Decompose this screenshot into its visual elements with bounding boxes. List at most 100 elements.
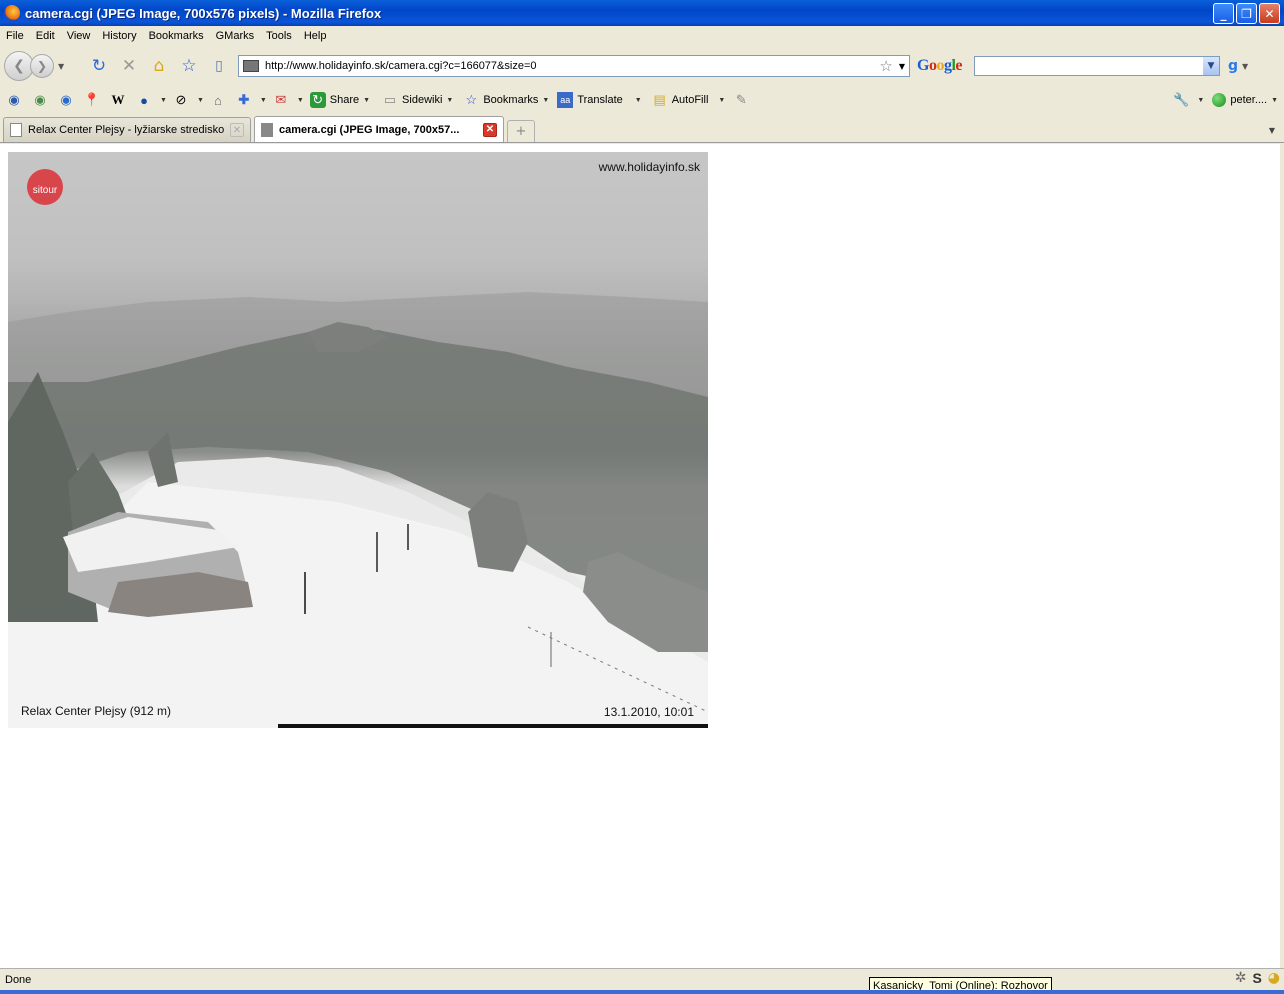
maps-button[interactable]: 📍 [84, 92, 104, 108]
webcam-timestamp: 13.1.2010, 10:01 [603, 705, 694, 719]
plus-icon: + [515, 124, 527, 139]
account-button[interactable]: peter.... ▼ [1212, 93, 1278, 107]
new-tab-button[interactable]: + [507, 120, 535, 142]
map-pin-icon: 📍 [83, 92, 101, 107]
tab-camera[interactable]: camera.cgi (JPEG Image, 700x57... ✕ [254, 116, 504, 142]
close-tab-icon[interactable]: ✕ [483, 122, 497, 137]
world-button[interactable]: ● ▼ [136, 92, 167, 108]
page-button[interactable]: ▯ [208, 55, 230, 77]
menu-bookmarks[interactable]: Bookmarks [143, 30, 210, 42]
sidewiki-button[interactable]: ▭ Sidewiki ▼ [382, 92, 453, 108]
menu-edit[interactable]: Edit [30, 30, 61, 42]
menu-history[interactable]: History [96, 30, 142, 42]
site-favicon-icon [243, 60, 259, 72]
webcam-site-watermark: www.holidayinfo.sk [598, 160, 700, 174]
webcam-image[interactable]: sitour www.holidayinfo.sk Relax Center P… [8, 152, 708, 728]
toolbar-right-group: 🔧 ▼ peter.... ▼ [1167, 88, 1278, 112]
bookmark-star-button[interactable]: ☆ [178, 55, 200, 77]
arrow-left-icon: ❮ [13, 58, 25, 74]
menu-tools[interactable]: Tools [260, 30, 298, 42]
stop-button[interactable]: ✕ [118, 55, 140, 77]
page-icon: ▯ [215, 58, 223, 74]
skype-icon[interactable]: S [1252, 970, 1261, 986]
image-icon [261, 122, 273, 137]
globe-icon: ◉ [8, 92, 20, 107]
bank-icon: ⌂ [213, 92, 222, 108]
settings-button[interactable]: 🔧 ▼ [1173, 92, 1204, 108]
autofill-button[interactable]: ▤ AutoFill ▼ [652, 92, 726, 108]
share-icon: ↻ [309, 92, 326, 108]
translate-icon: aa [557, 92, 574, 108]
menu-view[interactable]: View [61, 30, 97, 42]
pencil-icon: ✎ [735, 92, 747, 107]
autofill-icon: ▤ [653, 92, 666, 107]
tab-relax-center[interactable]: Relax Center Plejsy - lyžiarske stredisk… [3, 117, 251, 142]
earth-icon: ◉ [60, 92, 72, 107]
url-input[interactable] [265, 60, 880, 72]
translate-button[interactable]: aa Translate ▼ [557, 92, 642, 108]
highlight-button[interactable]: ✎ [733, 92, 753, 108]
menu-bar: File Edit View History Bookmarks GMarks … [0, 26, 1284, 46]
address-bar[interactable]: ☆ ▼ [238, 55, 910, 77]
wikipedia-button[interactable]: W [110, 92, 130, 108]
google-search-engine-icon[interactable]: Google [917, 57, 962, 75]
globe-button-2[interactable]: ◉ [32, 92, 52, 108]
webcam-bottom-bar [278, 724, 708, 728]
content-right-edge [1280, 144, 1284, 968]
google-toolbar-icon[interactable]: g [1228, 58, 1238, 74]
mail-icon: ✉ [275, 92, 287, 107]
wikipedia-icon: W [111, 92, 125, 107]
tab-label: Relax Center Plejsy - lyžiarske stredisk… [28, 124, 224, 136]
plus-icon: ✚ [238, 92, 250, 107]
compass-icon: ⊘ [175, 92, 187, 107]
window-controls: _ ❐ ✕ [1213, 3, 1280, 24]
extensions-toolbar: ◉ ◉ ◉ 📍 W ● ▼ ⊘ ▼ ⌂ ✚ ▼ ✉ ▼ ↻ Share ▼ ▭ Sidewik… [0, 88, 1284, 112]
search-box[interactable]: ▼ [974, 56, 1221, 76]
reload-button[interactable]: ↻ [88, 55, 110, 77]
reload-icon: ↻ [91, 56, 107, 76]
wrench-icon: 🔧 [1173, 92, 1190, 107]
tab-label: camera.cgi (JPEG Image, 700x57... [279, 123, 460, 136]
page-content: sitour www.holidayinfo.sk Relax Center P… [0, 144, 1280, 968]
home-button[interactable]: ⌂ [148, 55, 170, 77]
search-dropdown-icon[interactable]: ▼ [1203, 57, 1220, 75]
compass-button[interactable]: ⊘ ▼ [173, 92, 203, 108]
page-icon [10, 123, 22, 137]
menu-gmarks[interactable]: GMarks [210, 30, 261, 42]
status-bar: Done [0, 968, 1284, 990]
bookmarks-button[interactable]: ☆ Bookmarks ▼ [463, 92, 550, 108]
share-button[interactable]: ↻ Share ▼ [309, 92, 370, 108]
tab-list-dropdown-icon[interactable]: ▼ [1264, 121, 1280, 139]
world-icon: ● [140, 92, 148, 108]
add-button[interactable]: ✚ ▼ [236, 92, 266, 108]
restore-button[interactable]: ❐ [1236, 3, 1257, 24]
webcam-caption: Relax Center Plejsy (912 m) [21, 704, 172, 718]
online-status-icon [1212, 93, 1227, 107]
forward-button[interactable]: ❯ [30, 54, 54, 78]
sidewiki-icon: ▭ [383, 92, 397, 107]
google-toolbar-dropdown-icon[interactable]: ▼ [1242, 62, 1248, 71]
webcam-scene [8, 152, 708, 728]
home-icon: ⌂ [153, 56, 165, 76]
map-globe-icon: ◉ [34, 92, 46, 107]
tab-bar: Relax Center Plejsy - lyžiarske stredisk… [0, 116, 1284, 143]
close-window-button[interactable]: ✕ [1259, 3, 1280, 24]
chat-icon[interactable]: ◕ [1268, 970, 1280, 986]
window-bottom-edge [0, 990, 1284, 994]
mail-button[interactable]: ✉ ▼ [273, 92, 303, 108]
sitour-logo: sitour [27, 169, 63, 205]
bug-icon[interactable]: ✲ [1235, 970, 1247, 986]
globe-button-1[interactable]: ◉ [6, 92, 26, 108]
bookmark-page-star-icon[interactable]: ☆ [879, 57, 892, 75]
globe-button-3[interactable]: ◉ [58, 92, 78, 108]
window-title: camera.cgi (JPEG Image, 700x576 pixels) … [25, 5, 382, 21]
close-tab-icon[interactable]: ✕ [230, 123, 244, 137]
url-dropdown-icon[interactable]: ▼ [899, 62, 905, 71]
menu-help[interactable]: Help [298, 30, 333, 42]
arrow-right-icon: ❯ [36, 59, 48, 73]
minimize-button[interactable]: _ [1213, 3, 1234, 24]
history-dropdown-icon[interactable]: ▼ [58, 62, 64, 71]
status-icons: ✲ S ◕ [1235, 970, 1280, 986]
menu-file[interactable]: File [0, 30, 30, 42]
bank-button[interactable]: ⌂ [210, 92, 230, 108]
